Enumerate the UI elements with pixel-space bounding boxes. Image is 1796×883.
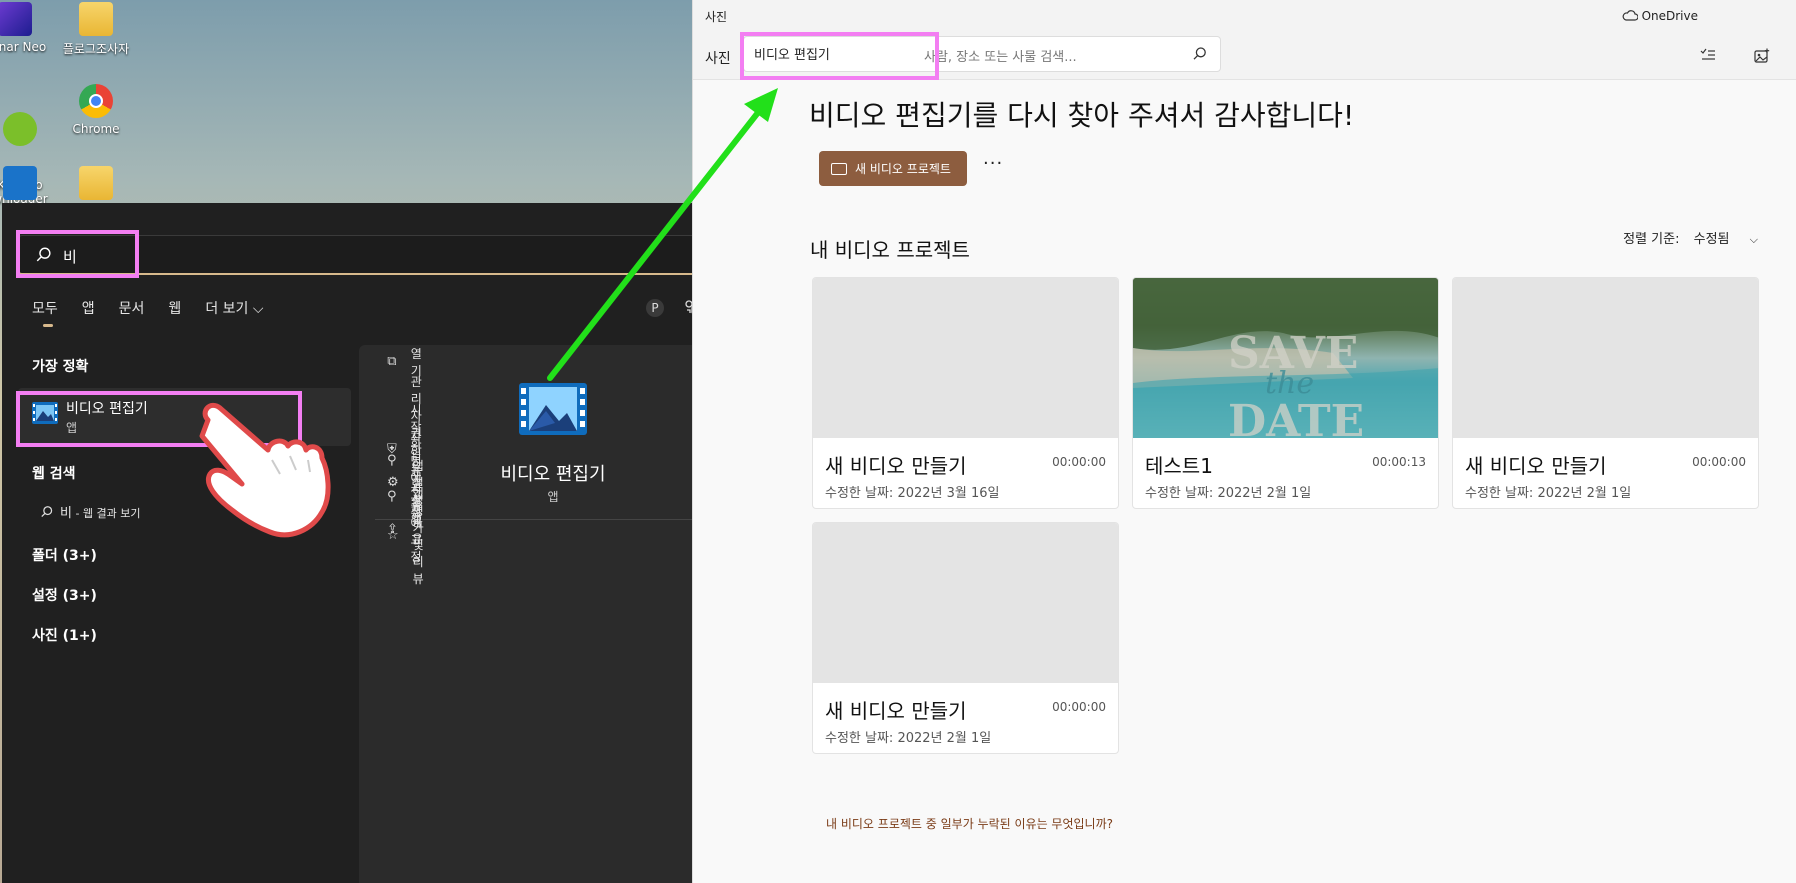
video-editor-icon	[32, 402, 58, 424]
detail-action-item[interactable]: ⇪ 공유	[387, 513, 426, 547]
select-icon[interactable]	[1700, 48, 1716, 66]
search-icon	[41, 506, 53, 517]
project-modified: 수정한 날짜: 2022년 3월 16일	[825, 486, 1000, 501]
project-name: 새 비디오 만들기	[825, 454, 967, 478]
photos-category[interactable]: 사진 (1+)	[32, 625, 97, 645]
desktop-icon-label: 플로그조사자	[62, 42, 130, 56]
chevron-down-icon: ⌵	[1749, 233, 1758, 246]
share-icon: ⇪	[387, 522, 398, 537]
project-card[interactable]: 새 비디오 만들기 00:00:00 수정한 날짜: 2022년 2월 1일	[812, 522, 1119, 754]
desktop-icon-chrome[interactable]: Chrome	[51, 84, 141, 136]
project-thumbnail	[813, 523, 1118, 683]
project-duration: 00:00:00	[1692, 455, 1746, 469]
thumb-text-date: DATE	[1228, 396, 1365, 447]
best-match-video-editor[interactable]: 비디오 편집기 앱	[18, 388, 351, 446]
search-chip-video-editor[interactable]: 비디오 편집기	[754, 44, 830, 63]
project-name: 새 비디오 만들기	[825, 699, 967, 723]
web-result-item[interactable]: 비 - 웹 결과 보기	[40, 502, 141, 521]
app-name-label: 사진	[705, 51, 731, 67]
import-icon[interactable]	[1754, 48, 1770, 68]
search-placeholder: 사람, 장소 또는 사물 검색...	[924, 50, 1077, 65]
video-editor-large-icon	[519, 383, 587, 435]
web-search-heading: 웹 검색	[32, 466, 76, 482]
onedrive-status[interactable]: OneDrive	[1622, 9, 1698, 23]
detail-action-label: 공유	[411, 515, 423, 546]
best-match-heading: 가장 정확	[32, 359, 89, 375]
search-icon[interactable]	[1192, 46, 1208, 62]
chrome-icon	[79, 84, 113, 118]
project-modified: 수정한 날짜: 2022년 2월 1일	[1465, 486, 1632, 501]
onedrive-label: OneDrive	[1641, 9, 1698, 23]
project-card[interactable]: 새 비디오 만들기 00:00:00 수정한 날짜: 2022년 2월 1일	[1452, 277, 1759, 509]
web-result-suffix: - 웹 결과 보기	[71, 507, 141, 520]
detail-divider	[375, 519, 731, 520]
desktop-icon-folder[interactable]: 플로그조사자	[51, 2, 141, 57]
project-duration: 00:00:00	[1052, 455, 1106, 469]
welcome-heading: 비디오 편집기를 다시 찾아 주셔서 감사합니다!	[809, 99, 1355, 132]
project-name: 새 비디오 만들기	[1465, 454, 1607, 478]
search-filters: 모두 앱 문서 웹 더 보기 ⌵	[32, 298, 287, 318]
new-project-icon	[831, 162, 847, 175]
filter-documents[interactable]: 문서	[119, 298, 145, 318]
title-bar: 사진 OneDrive	[693, 0, 1796, 30]
luminar-icon	[0, 2, 32, 36]
projects-title: 내 비디오 프로젝트	[810, 238, 970, 262]
start-menu: 비 모두 앱 문서 웹 더 보기 ⌵ P ··· 가장 정확 비디오 편집기 앱…	[2, 203, 770, 883]
app-toolbar: 사진 비디오 편집기 사람, 장소 또는 사물 검색...	[693, 30, 1796, 80]
project-thumbnail: SAVE the DATE	[1133, 278, 1438, 447]
profile-avatar[interactable]: P	[646, 299, 664, 317]
open-icon: ⧉	[387, 354, 397, 369]
web-result-query: 비	[60, 506, 72, 521]
project-name: 테스트1	[1145, 454, 1213, 478]
folder-icon	[79, 2, 113, 36]
window-title: 사진	[705, 10, 728, 24]
cloud-icon	[1622, 10, 1639, 21]
project-modified: 수정한 날짜: 2022년 2월 1일	[1145, 486, 1312, 501]
start-search-input[interactable]: 비	[18, 235, 747, 275]
best-match-name: 비디오 편집기	[66, 401, 148, 417]
project-card[interactable]: 새 비디오 만들기 00:00:00 수정한 날짜: 2022년 3월 16일	[812, 277, 1119, 509]
desktop-icon-label: Chrome	[72, 122, 120, 136]
downloader-icon	[3, 112, 37, 146]
search-value: 비	[63, 248, 77, 266]
filter-web[interactable]: 웹	[168, 298, 181, 318]
hancom-icon	[3, 166, 37, 200]
sort-dropdown[interactable]: 정렬 기준: 수정됨 ⌵	[1623, 228, 1758, 247]
project-thumbnail	[813, 278, 1118, 438]
filter-active-indicator	[43, 324, 53, 327]
more-options-button[interactable]: ···	[983, 153, 1003, 174]
sort-label: 정렬 기준:	[1623, 232, 1680, 247]
missing-projects-link[interactable]: 내 비디오 프로젝트 중 일부가 누락된 이유는 무엇입니까?	[826, 815, 1113, 832]
project-thumbnail	[1453, 278, 1758, 438]
search-icon	[36, 247, 51, 262]
settings-category[interactable]: 설정 (3+)	[32, 585, 97, 605]
filter-more[interactable]: 더 보기 ⌵	[205, 298, 263, 318]
desktop-icon-folder-2[interactable]	[51, 166, 141, 204]
photos-app-window: 사진 OneDrive 사진 비디오 편집기 사람, 장소 또는 사물 검색..…	[692, 0, 1796, 883]
project-duration: 00:00:00	[1052, 700, 1106, 714]
photos-search-input[interactable]: 비디오 편집기 사람, 장소 또는 사물 검색...	[743, 36, 1221, 72]
new-video-project-button[interactable]: 새 비디오 프로젝트	[819, 151, 967, 186]
project-card[interactable]: SAVE the DATE 테스트1 00:00:13 수정한 날짜: 2022…	[1132, 277, 1439, 509]
project-modified: 수정한 날짜: 2022년 2월 1일	[825, 731, 992, 746]
sort-value: 수정됨	[1693, 232, 1730, 247]
project-duration: 00:00:13	[1372, 455, 1426, 469]
best-match-type: 앱	[66, 421, 78, 435]
filter-all[interactable]: 모두	[32, 298, 58, 318]
folders-category[interactable]: 폴더 (3+)	[32, 545, 97, 565]
new-video-project-label: 새 비디오 프로젝트	[855, 162, 951, 176]
folder-icon	[79, 166, 113, 200]
filter-apps[interactable]: 앱	[82, 298, 95, 318]
